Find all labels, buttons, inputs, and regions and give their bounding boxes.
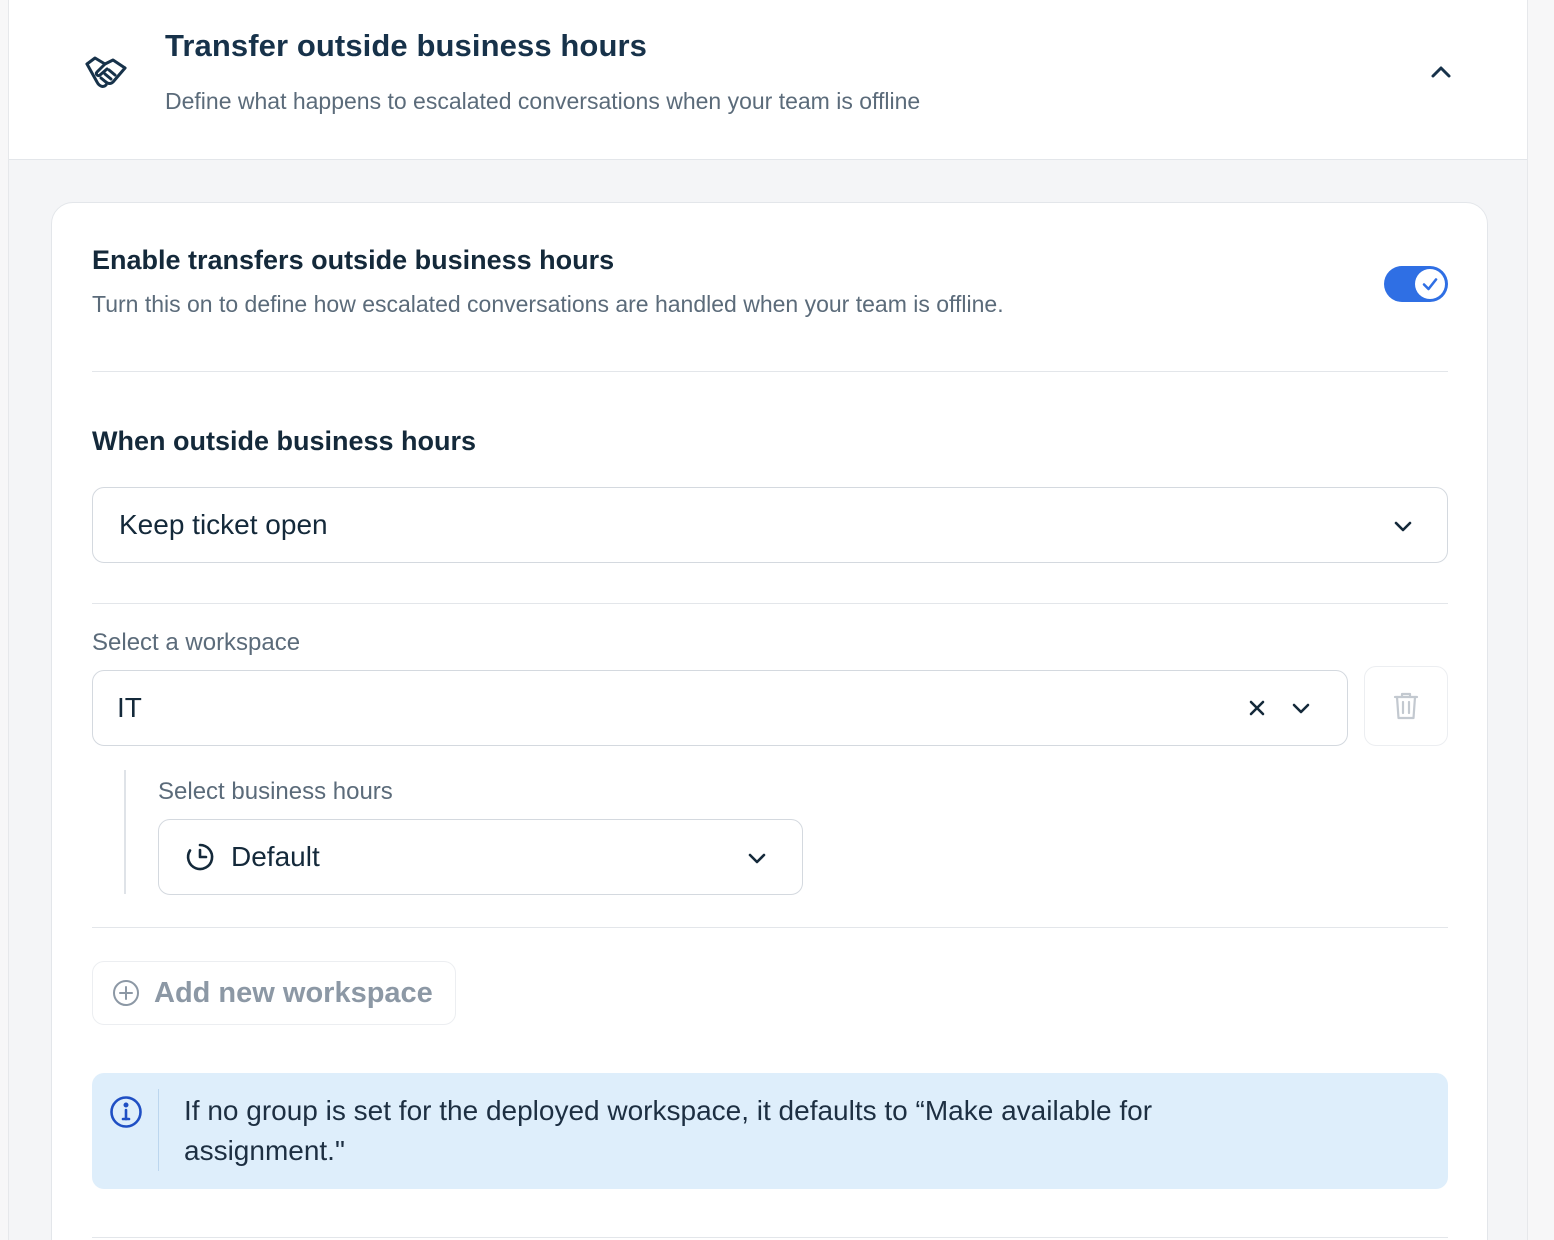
plus-circle-icon <box>113 980 139 1006</box>
chevron-down-icon <box>748 853 766 864</box>
outside-hours-select[interactable]: Keep ticket open <box>92 487 1448 563</box>
add-workspace-label: Add new workspace <box>154 976 433 1009</box>
section-title: Transfer outside business hours <box>165 28 647 63</box>
info-separator <box>158 1089 159 1171</box>
trash-icon <box>1393 692 1419 720</box>
enable-description: Turn this on to define how escalated con… <box>92 291 1004 317</box>
divider <box>92 371 1448 372</box>
business-hours-value: Default <box>231 841 320 872</box>
info-banner: If no group is set for the deployed work… <box>92 1073 1448 1189</box>
workspace-value: IT <box>117 692 142 723</box>
settings-card: Enable transfers outside business hours … <box>51 202 1488 1240</box>
workspace-label: Select a workspace <box>92 629 301 656</box>
divider <box>92 927 1448 928</box>
chevron-down-icon <box>1394 521 1412 532</box>
enable-toggle[interactable] <box>1384 266 1448 302</box>
clock-icon <box>186 843 214 871</box>
divider <box>92 1237 1448 1238</box>
add-workspace-button[interactable]: Add new workspace <box>92 961 456 1025</box>
section-header[interactable]: Transfer outside business hours Define w… <box>9 0 1527 160</box>
outside-hours-value: Keep ticket open <box>119 509 328 540</box>
toggle-knob <box>1415 269 1445 299</box>
delete-workspace-button[interactable] <box>1364 666 1448 746</box>
handshake-icon <box>85 56 127 88</box>
info-icon <box>110 1096 142 1128</box>
chevron-up-icon[interactable] <box>1427 60 1455 84</box>
workspace-select[interactable]: IT <box>92 670 1348 746</box>
divider <box>92 603 1448 604</box>
check-icon <box>1422 278 1438 291</box>
settings-panel: Transfer outside business hours Define w… <box>8 0 1528 1240</box>
nested-indent-line <box>124 770 126 894</box>
clear-icon[interactable] <box>1248 699 1266 717</box>
outside-hours-title: When outside business hours <box>92 426 477 456</box>
section-subtitle: Define what happens to escalated convers… <box>165 88 921 114</box>
chevron-down-icon <box>1292 703 1310 714</box>
business-hours-label: Select business hours <box>158 778 393 805</box>
info-message: If no group is set for the deployed work… <box>184 1095 1153 1166</box>
business-hours-select[interactable]: Default <box>158 819 803 895</box>
enable-title: Enable transfers outside business hours <box>92 245 615 275</box>
